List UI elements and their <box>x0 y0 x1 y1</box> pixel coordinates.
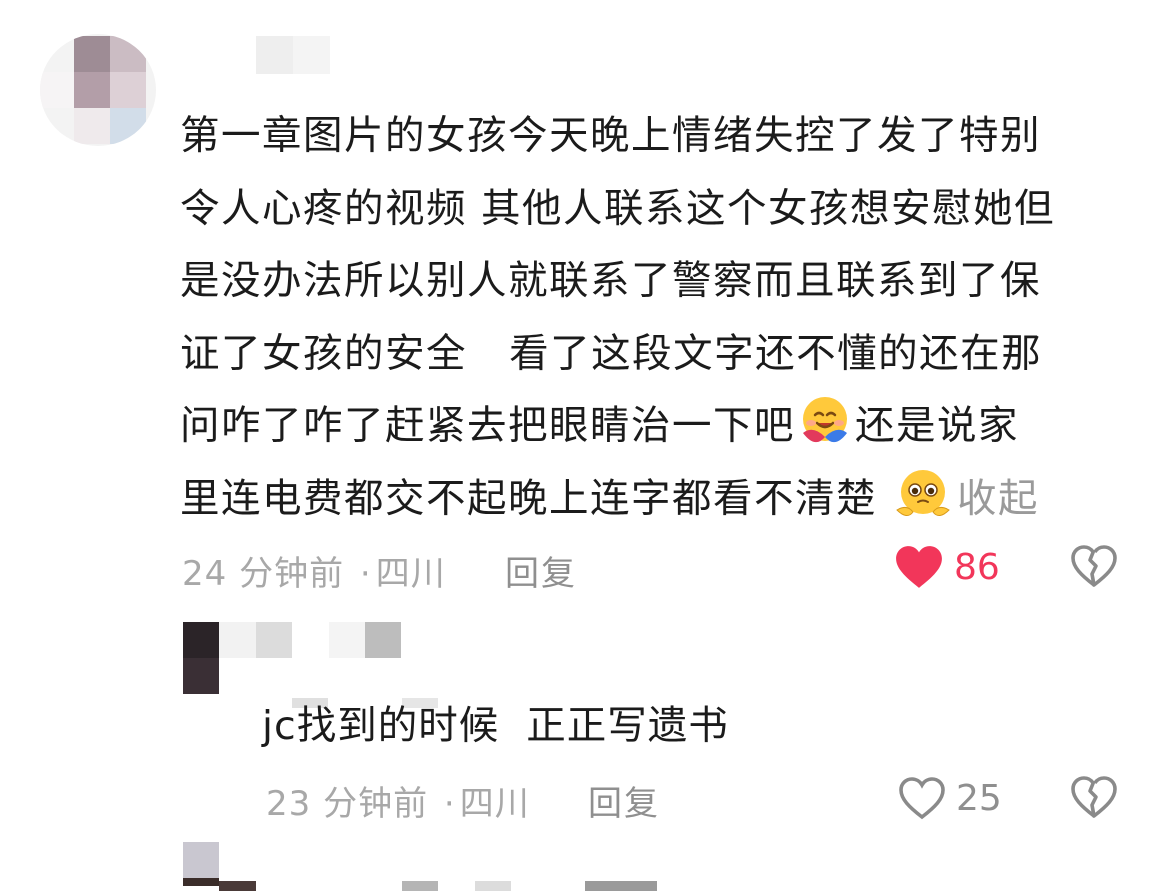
name-mosaic <box>256 36 330 74</box>
broken-heart-icon <box>1071 776 1117 818</box>
reply-button[interactable]: 回复 <box>505 546 577 595</box>
broken-heart-icon <box>1071 545 1117 587</box>
avatar-mosaic <box>183 842 219 886</box>
username-redacted <box>219 876 659 891</box>
heart-filled-icon <box>896 546 942 588</box>
username-redacted[interactable] <box>219 622 409 658</box>
like-count: 25 <box>956 777 1002 819</box>
name-mosaic <box>219 622 401 658</box>
reply-button[interactable]: 回复 <box>588 776 660 825</box>
avatar[interactable] <box>40 34 156 146</box>
location: 四川 <box>459 784 530 824</box>
comment-line: 令人心疼的视频 其他人联系这个女孩想安慰她但 <box>180 185 1056 232</box>
dislike-button[interactable] <box>1070 543 1118 593</box>
heart-outline-icon <box>899 777 945 820</box>
comment-line: 第一章图片的女孩今天晚上情绪失控了发了特别 <box>180 113 1041 159</box>
comment-line: 证了女孩的安全 看了这段文字还不懂的还在那 <box>180 330 1043 377</box>
separator: · <box>443 784 456 824</box>
timestamp: 24 分钟前 <box>182 554 345 594</box>
comment-segment: 里连电费都交不起晚上连字都看不清楚 <box>180 475 877 522</box>
timestamp: 23 分钟前 <box>266 784 429 824</box>
comment-segment: 还是说家 <box>855 403 1019 449</box>
name-mosaic <box>219 881 657 891</box>
comment-line: 里连电费都交不起晚上连字都看不清楚 收起 <box>180 463 1125 536</box>
username-redacted[interactable] <box>256 36 330 74</box>
comment-meta: 23 分钟前 · 四川 <box>266 776 530 825</box>
like-button[interactable]: 86 <box>894 542 1000 592</box>
avatar-mosaic <box>183 622 219 694</box>
comment-meta: 24 分钟前 · 四川 <box>182 546 446 595</box>
hugging-face-emoji <box>797 393 853 449</box>
avatar[interactable] <box>183 842 219 886</box>
separator: · <box>359 554 372 594</box>
pleading-face-emoji <box>891 466 950 522</box>
comment-line: 是没办法所以别人就联系了警察而且联系到了保 <box>180 258 1041 304</box>
reply-body: jc找到的时候 正正写遗书 <box>262 703 729 749</box>
dislike-button[interactable] <box>1070 774 1118 824</box>
collapse-link[interactable]: 收起 <box>957 476 1039 522</box>
avatar-mosaic <box>40 34 156 146</box>
like-button[interactable]: 25 <box>898 773 1002 823</box>
comment-segment: 问咋了咋了赶紧去把眼睛治一下吧 <box>180 403 795 449</box>
comment-body: 第一章图片的女孩今天晚上情绪失控了发了特别 令人心疼的视频 其他人联系这个女孩想… <box>180 100 1125 535</box>
like-count: 86 <box>954 546 1000 588</box>
avatar[interactable] <box>183 622 219 694</box>
comment-line: 问咋了咋了赶紧去把眼睛治一下吧 还是说家 <box>180 390 1125 463</box>
location: 四川 <box>375 554 446 594</box>
